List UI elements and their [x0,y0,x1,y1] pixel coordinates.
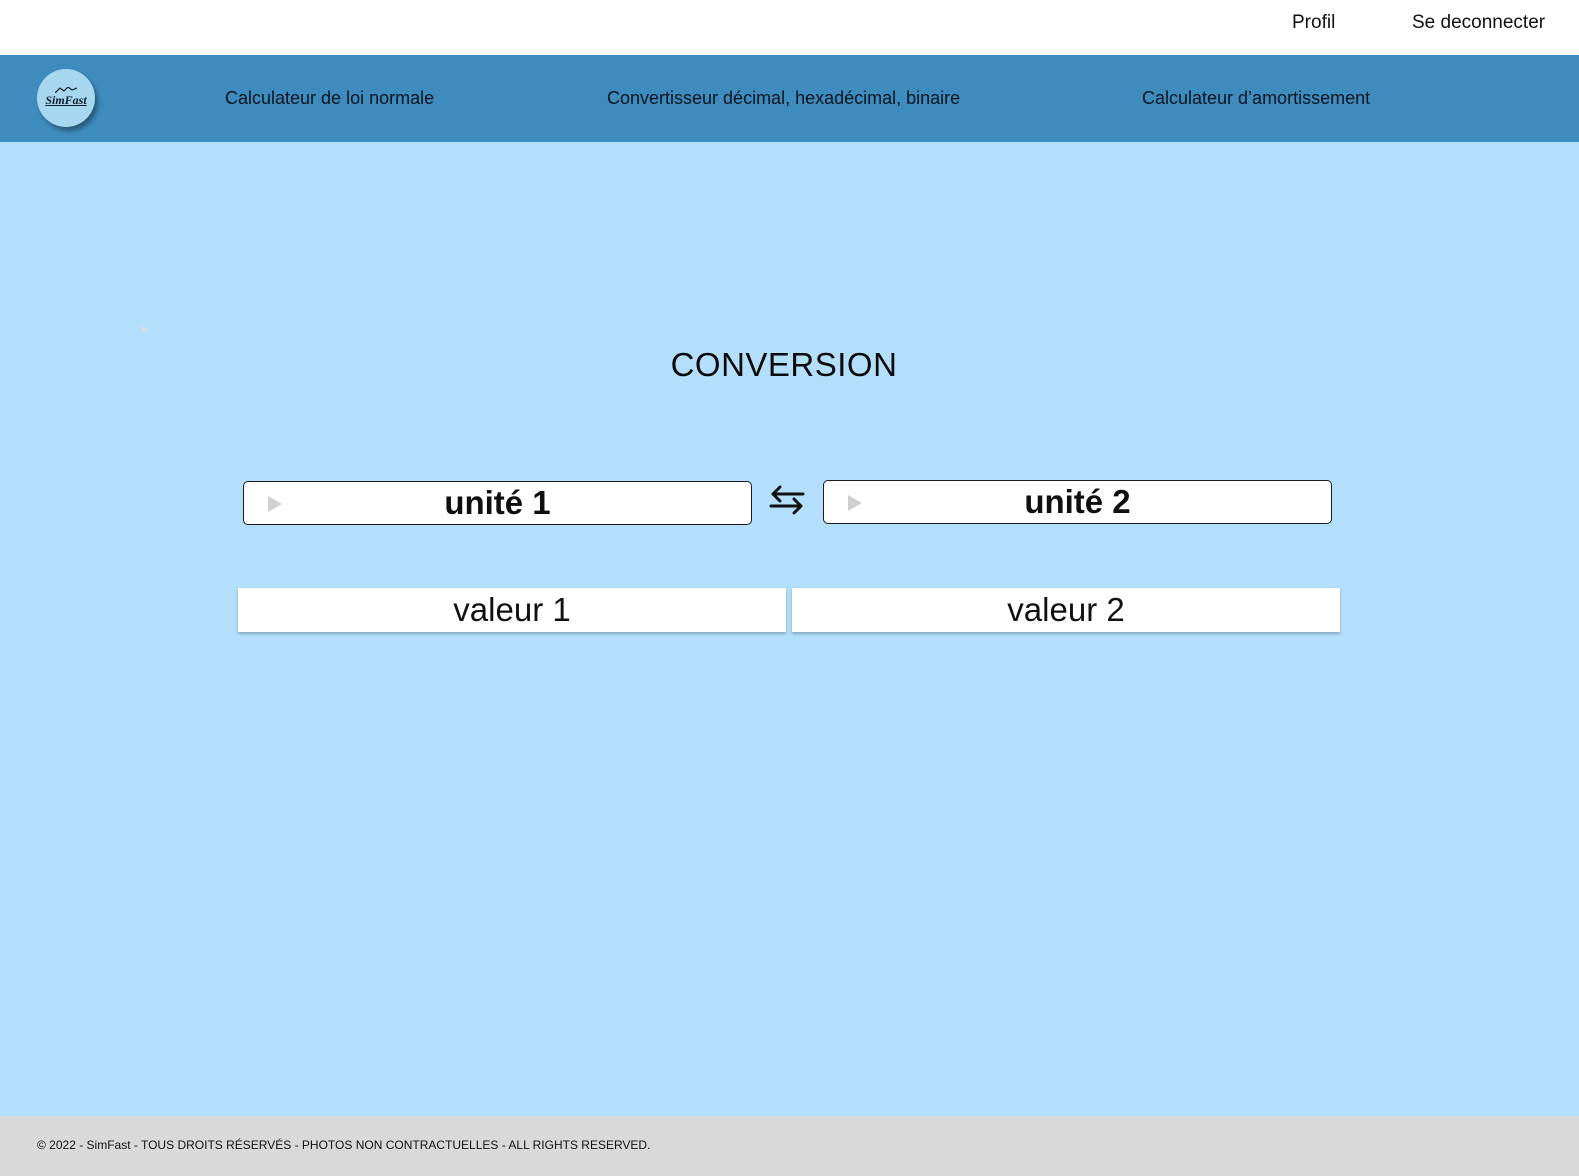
swap-arrows-icon[interactable] [765,480,809,520]
unit-1-select[interactable]: unité 1 [243,481,752,525]
logo-roof-icon [55,87,77,93]
value-1-input[interactable] [238,588,786,632]
value-2-input[interactable] [792,588,1340,632]
page-title: CONVERSION [670,346,898,383]
logout-link[interactable]: Se deconnecter [1412,12,1545,34]
simfast-logo[interactable]: SimFast [37,69,95,127]
unit-1-label: unité 1 [444,484,551,521]
footer-copyright: © 2022 - SimFast - TOUS DROITS RÉSERVÉS … [37,1138,651,1152]
unit-2-label: unité 2 [1024,483,1131,520]
logo-text: SimFast [45,92,87,107]
footer: © 2022 - SimFast - TOUS DROITS RÉSERVÉS … [0,1116,1579,1176]
stray-triangle-icon: ▶ [142,324,150,335]
profile-link[interactable]: Profil [1292,12,1335,34]
top-bar: Profil Se deconnecter [0,0,1579,55]
nav-link-base-converter[interactable]: Convertisseur décimal, hexadécimal, bina… [607,88,960,109]
unit-2-select[interactable]: unité 2 [823,480,1332,524]
nav-link-normal-distribution[interactable]: Calculateur de loi normale [225,88,434,109]
nav-link-amortization[interactable]: Calculateur d’amortissement [1142,88,1370,109]
main-navbar: SimFast Calculateur de loi normale Conve… [0,55,1579,142]
